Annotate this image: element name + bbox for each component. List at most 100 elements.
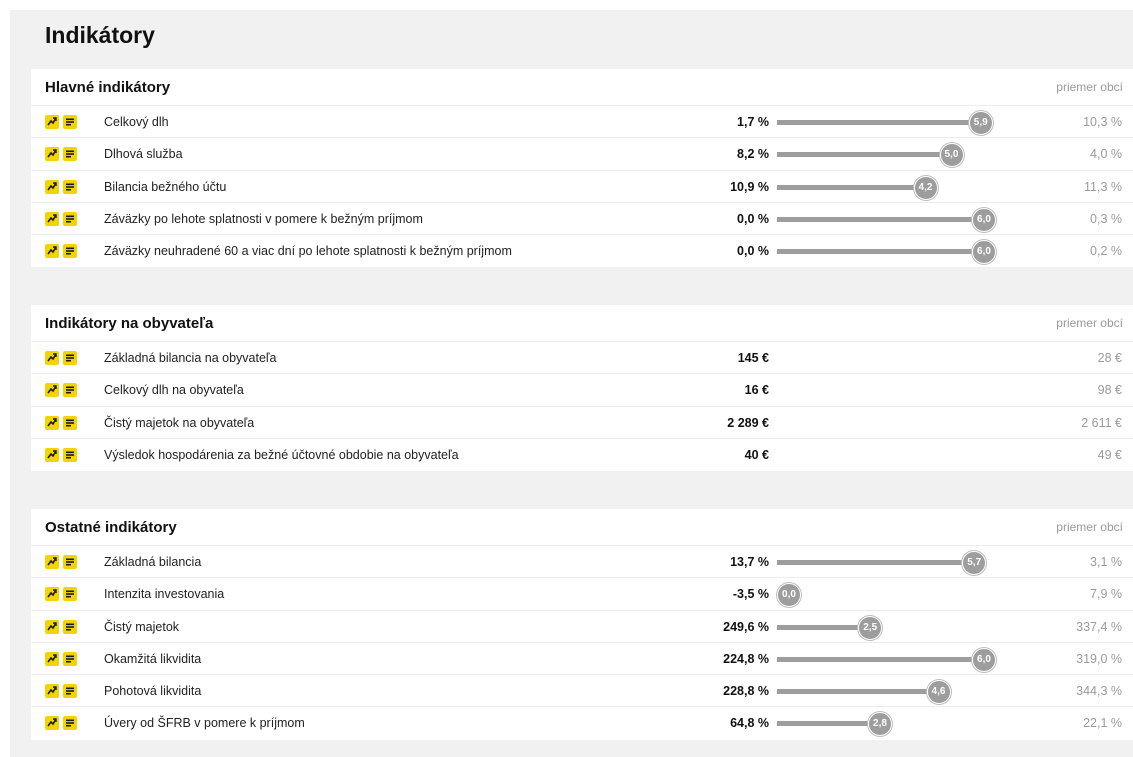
- score-bar: 5,0: [777, 138, 1007, 170]
- indicator-label: Úvery od ŠFRB v pomere k príjmom: [104, 716, 305, 731]
- indicator-label: Čistý majetok: [104, 619, 180, 634]
- indicator-row: Záväzky po lehote splatnosti v pomere k …: [31, 203, 1133, 236]
- trend-chart-icon[interactable]: [45, 211, 59, 226]
- score-badge: 5,7: [962, 551, 987, 575]
- indicator-value: 64,8 %: [730, 716, 769, 731]
- indicator-value: 8,2 %: [737, 147, 769, 162]
- score-bar: 4,6: [777, 675, 1007, 707]
- section-title: Ostatné indikátory: [45, 518, 177, 536]
- section-title: Indikátory na obyvateľa: [45, 314, 214, 332]
- indicator-label: Výsledok hospodárenia za bežné účtovné o…: [104, 447, 459, 462]
- section-title: Hlavné indikátory: [45, 78, 171, 96]
- trend-chart-icon[interactable]: [45, 115, 59, 129]
- indicator-row: Úvery od ŠFRB v pomere k príjmom 64,8 % 2,…: [31, 707, 1133, 739]
- document-lines-icon[interactable]: [63, 447, 77, 462]
- trend-chart-icon[interactable]: [45, 619, 59, 634]
- score-badge: 6,0: [972, 647, 996, 672]
- score-bar: 2,8: [777, 707, 1007, 739]
- indicator-value: 228,8 %: [723, 684, 769, 699]
- indicator-value: 2 289 €: [727, 415, 769, 430]
- document-lines-icon[interactable]: [63, 383, 77, 398]
- municipality-average: 22,1 %: [1083, 716, 1122, 731]
- score-bar-fill: [777, 249, 984, 255]
- row-actions: [45, 684, 77, 699]
- document-lines-icon[interactable]: [63, 587, 77, 602]
- document-lines-icon[interactable]: [63, 244, 77, 259]
- section-per-capita-indicators: Indikátory na obyvateľa priemer obcí Zák…: [31, 305, 1133, 472]
- municipality-average: 10,3 %: [1083, 115, 1122, 129]
- indicator-row: Základná bilancia 13,7 % 5,7 3,1 %: [31, 546, 1133, 579]
- score-bar-fill: [777, 689, 939, 695]
- score-bar: 5,9: [777, 106, 1007, 138]
- section-header: Hlavné indikátory priemer obcí: [31, 69, 1133, 106]
- document-lines-icon[interactable]: [63, 555, 77, 569]
- trend-chart-icon[interactable]: [45, 716, 59, 731]
- row-actions: [45, 351, 77, 365]
- indicator-label: Intenzita investovania: [104, 587, 225, 602]
- trend-chart-icon[interactable]: [45, 244, 59, 259]
- row-actions: [45, 147, 77, 162]
- row-actions: [45, 619, 77, 634]
- document-lines-icon[interactable]: [63, 351, 77, 365]
- trend-chart-icon[interactable]: [45, 179, 59, 194]
- document-lines-icon[interactable]: [63, 415, 77, 430]
- indicator-value: 40 €: [744, 447, 769, 462]
- score-bar-fill: [777, 216, 984, 222]
- municipality-average: 0,2 %: [1090, 244, 1122, 259]
- trend-chart-icon[interactable]: [45, 555, 59, 569]
- score-badge: 6,0: [972, 207, 996, 232]
- indicator-value: 1,7 %: [737, 115, 769, 129]
- indicator-value: -3,5 %: [732, 587, 769, 602]
- document-lines-icon[interactable]: [63, 619, 77, 634]
- municipality-average: 98 €: [1097, 383, 1122, 398]
- indicator-row: Výsledok hospodárenia za bežné účtovné o…: [31, 439, 1133, 471]
- document-lines-icon[interactable]: [63, 211, 77, 226]
- trend-chart-icon[interactable]: [45, 447, 59, 462]
- score-bar: 6,0: [777, 203, 1007, 235]
- trend-chart-icon[interactable]: [45, 383, 59, 398]
- score-bar: 2,5: [777, 611, 1007, 643]
- row-actions: [45, 555, 77, 569]
- document-lines-icon[interactable]: [63, 651, 77, 666]
- row-actions: [45, 383, 77, 398]
- document-lines-icon[interactable]: [63, 147, 77, 162]
- indicator-label: Pohotová likvidita: [104, 684, 202, 699]
- score-bar-fill: [777, 656, 984, 662]
- score-badge: 4,2: [913, 175, 938, 200]
- score-bar: 5,7: [777, 546, 1007, 578]
- section-average-note: priemer obcí: [1056, 80, 1123, 94]
- section-main-indicators: Hlavné indikátory priemer obcí Celkový d…: [31, 69, 1133, 268]
- indicator-label: Dlhová služba: [104, 147, 183, 162]
- indicator-row: Pohotová likvidita 228,8 % 4,6 344,3 %: [31, 675, 1133, 708]
- trend-chart-icon[interactable]: [45, 147, 59, 162]
- indicator-value: 0,0 %: [737, 211, 769, 226]
- trend-chart-icon[interactable]: [45, 587, 59, 602]
- score-bar-fill: [777, 152, 952, 158]
- document-lines-icon[interactable]: [63, 115, 77, 129]
- municipality-average: 0,3 %: [1090, 211, 1122, 226]
- score-badge: 2,5: [858, 615, 883, 640]
- municipality-average: 11,3 %: [1084, 179, 1122, 194]
- document-lines-icon[interactable]: [63, 716, 77, 731]
- document-lines-icon[interactable]: [63, 684, 77, 699]
- municipality-average: 2 611 €: [1081, 415, 1122, 430]
- row-actions: [45, 179, 77, 194]
- indicator-row: Celkový dlh na obyvateľa 16 € 98 €: [31, 374, 1133, 407]
- row-actions: [45, 415, 77, 430]
- trend-chart-icon[interactable]: [45, 684, 59, 699]
- trend-chart-icon[interactable]: [45, 351, 59, 365]
- indicator-row: Okamžitá likvidita 224,8 % 6,0 319,0 %: [31, 643, 1133, 676]
- indicator-label: Celkový dlh na obyvateľa: [104, 383, 244, 398]
- document-lines-icon[interactable]: [63, 179, 77, 194]
- indicator-row: Čistý majetok 249,6 % 2,5 337,4 %: [31, 611, 1133, 643]
- municipality-average: 337,4 %: [1076, 619, 1122, 634]
- score-badge: 0,0: [777, 583, 801, 608]
- trend-chart-icon[interactable]: [45, 651, 59, 666]
- indicator-row: Záväzky neuhradené 60 a viac dní po leho…: [31, 235, 1133, 267]
- score-badge: 5,9: [968, 111, 993, 135]
- indicator-row: Bilancia bežného účtu 10,9 % 4,2 11,3 %: [31, 171, 1133, 203]
- score-badge: 4,6: [926, 680, 951, 705]
- trend-chart-icon[interactable]: [45, 415, 59, 430]
- municipality-average: 49 €: [1097, 447, 1122, 462]
- indicator-value: 145 €: [737, 351, 769, 365]
